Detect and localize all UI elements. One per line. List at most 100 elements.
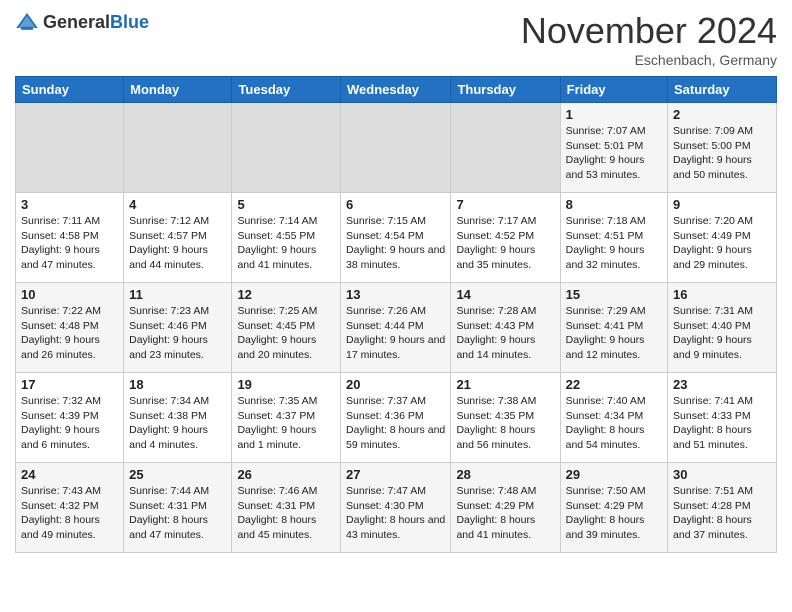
day-number: 30 bbox=[673, 467, 771, 482]
day-number: 14 bbox=[456, 287, 554, 302]
calendar-cell bbox=[232, 103, 341, 193]
day-number: 29 bbox=[566, 467, 662, 482]
day-detail: Sunrise: 7:46 AM Sunset: 4:31 PM Dayligh… bbox=[237, 484, 335, 543]
day-detail: Sunrise: 7:29 AM Sunset: 4:41 PM Dayligh… bbox=[566, 304, 662, 363]
calendar-cell: 15 Sunrise: 7:29 AM Sunset: 4:41 PM Dayli… bbox=[560, 283, 667, 373]
calendar-table: SundayMondayTuesdayWednesdayThursdayFrid… bbox=[15, 76, 777, 553]
day-number: 4 bbox=[129, 197, 226, 212]
day-number: 27 bbox=[346, 467, 445, 482]
calendar-cell: 29 Sunrise: 7:50 AM Sunset: 4:29 PM Dayli… bbox=[560, 463, 667, 553]
day-detail: Sunrise: 7:43 AM Sunset: 4:32 PM Dayligh… bbox=[21, 484, 118, 543]
day-number: 25 bbox=[129, 467, 226, 482]
day-detail: Sunrise: 7:11 AM Sunset: 4:58 PM Dayligh… bbox=[21, 214, 118, 273]
weekday-header-tuesday: Tuesday bbox=[232, 77, 341, 103]
weekday-header-monday: Monday bbox=[124, 77, 232, 103]
calendar-cell: 2Sunrise: 7:09 AM Sunset: 5:00 PM Daylig… bbox=[668, 103, 777, 193]
day-detail: Sunrise: 7:25 AM Sunset: 4:45 PM Dayligh… bbox=[237, 304, 335, 363]
calendar-cell: 10 Sunrise: 7:22 AM Sunset: 4:48 PM Dayli… bbox=[16, 283, 124, 373]
calendar-cell bbox=[124, 103, 232, 193]
day-number: 17 bbox=[21, 377, 118, 392]
day-detail: Sunrise: 7:18 AM Sunset: 4:51 PM Dayligh… bbox=[566, 214, 662, 273]
calendar-cell: 11 Sunrise: 7:23 AM Sunset: 4:46 PM Dayli… bbox=[124, 283, 232, 373]
calendar-cell bbox=[16, 103, 124, 193]
calendar-cell: 21 Sunrise: 7:38 AM Sunset: 4:35 PM Dayli… bbox=[451, 373, 560, 463]
day-number: 28 bbox=[456, 467, 554, 482]
logo: GeneralBlue bbox=[15, 10, 149, 34]
day-detail: Sunrise: 7:47 AM Sunset: 4:30 PM Dayligh… bbox=[346, 484, 445, 543]
day-detail: Sunrise: 7:37 AM Sunset: 4:36 PM Dayligh… bbox=[346, 394, 445, 453]
day-number: 11 bbox=[129, 287, 226, 302]
day-number: 7 bbox=[456, 197, 554, 212]
calendar-cell: 30 Sunrise: 7:51 AM Sunset: 4:28 PM Dayli… bbox=[668, 463, 777, 553]
weekday-header-wednesday: Wednesday bbox=[341, 77, 451, 103]
day-number: 12 bbox=[237, 287, 335, 302]
logo-blue: Blue bbox=[110, 12, 149, 32]
day-detail: Sunrise: 7:17 AM Sunset: 4:52 PM Dayligh… bbox=[456, 214, 554, 273]
weekday-header-saturday: Saturday bbox=[668, 77, 777, 103]
calendar-week-4: 17 Sunrise: 7:32 AM Sunset: 4:39 PM Dayli… bbox=[16, 373, 777, 463]
day-detail: Sunrise: 7:22 AM Sunset: 4:48 PM Dayligh… bbox=[21, 304, 118, 363]
calendar-week-5: 24Sunrise: 7:43 AM Sunset: 4:32 PM Dayli… bbox=[16, 463, 777, 553]
calendar-cell: 26 Sunrise: 7:46 AM Sunset: 4:31 PM Dayli… bbox=[232, 463, 341, 553]
day-detail: Sunrise: 7:12 AM Sunset: 4:57 PM Dayligh… bbox=[129, 214, 226, 273]
calendar-cell: 28 Sunrise: 7:48 AM Sunset: 4:29 PM Dayli… bbox=[451, 463, 560, 553]
calendar-cell: 12 Sunrise: 7:25 AM Sunset: 4:45 PM Dayli… bbox=[232, 283, 341, 373]
day-number: 3 bbox=[21, 197, 118, 212]
location: Eschenbach, Germany bbox=[521, 52, 777, 68]
day-number: 16 bbox=[673, 287, 771, 302]
day-number: 22 bbox=[566, 377, 662, 392]
calendar-cell: 25Sunrise: 7:44 AM Sunset: 4:31 PM Dayli… bbox=[124, 463, 232, 553]
day-number: 26 bbox=[237, 467, 335, 482]
day-number: 9 bbox=[673, 197, 771, 212]
day-detail: Sunrise: 7:23 AM Sunset: 4:46 PM Dayligh… bbox=[129, 304, 226, 363]
calendar-cell: 20Sunrise: 7:37 AM Sunset: 4:36 PM Dayli… bbox=[341, 373, 451, 463]
calendar-cell: 1 Sunrise: 7:07 AM Sunset: 5:01 PM Daylig… bbox=[560, 103, 667, 193]
day-detail: Sunrise: 7:28 AM Sunset: 4:43 PM Dayligh… bbox=[456, 304, 554, 363]
calendar-cell: 24Sunrise: 7:43 AM Sunset: 4:32 PM Dayli… bbox=[16, 463, 124, 553]
calendar-week-1: 1 Sunrise: 7:07 AM Sunset: 5:01 PM Daylig… bbox=[16, 103, 777, 193]
day-detail: Sunrise: 7:32 AM Sunset: 4:39 PM Dayligh… bbox=[21, 394, 118, 453]
calendar-cell: 17 Sunrise: 7:32 AM Sunset: 4:39 PM Dayli… bbox=[16, 373, 124, 463]
calendar-cell: 16 Sunrise: 7:31 AM Sunset: 4:40 PM Dayli… bbox=[668, 283, 777, 373]
calendar-cell: 8 Sunrise: 7:18 AM Sunset: 4:51 PM Daylig… bbox=[560, 193, 667, 283]
day-number: 1 bbox=[566, 107, 662, 122]
logo-text: GeneralBlue bbox=[43, 12, 149, 33]
weekday-header-sunday: Sunday bbox=[16, 77, 124, 103]
calendar-cell: 23 Sunrise: 7:41 AM Sunset: 4:33 PM Dayli… bbox=[668, 373, 777, 463]
day-detail: Sunrise: 7:51 AM Sunset: 4:28 PM Dayligh… bbox=[673, 484, 771, 543]
day-detail: Sunrise: 7:48 AM Sunset: 4:29 PM Dayligh… bbox=[456, 484, 554, 543]
calendar-cell: 18Sunrise: 7:34 AM Sunset: 4:38 PM Dayli… bbox=[124, 373, 232, 463]
day-number: 10 bbox=[21, 287, 118, 302]
logo-general: General bbox=[43, 12, 110, 32]
day-number: 13 bbox=[346, 287, 445, 302]
day-detail: Sunrise: 7:31 AM Sunset: 4:40 PM Dayligh… bbox=[673, 304, 771, 363]
calendar-cell: 4 Sunrise: 7:12 AM Sunset: 4:57 PM Daylig… bbox=[124, 193, 232, 283]
day-detail: Sunrise: 7:07 AM Sunset: 5:01 PM Dayligh… bbox=[566, 124, 662, 183]
calendar-cell: 19 Sunrise: 7:35 AM Sunset: 4:37 PM Dayli… bbox=[232, 373, 341, 463]
page-header: GeneralBlue November 2024 Eschenbach, Ge… bbox=[15, 10, 777, 68]
day-detail: Sunrise: 7:20 AM Sunset: 4:49 PM Dayligh… bbox=[673, 214, 771, 273]
day-detail: Sunrise: 7:50 AM Sunset: 4:29 PM Dayligh… bbox=[566, 484, 662, 543]
day-number: 19 bbox=[237, 377, 335, 392]
month-title: November 2024 bbox=[521, 10, 777, 52]
title-block: November 2024 Eschenbach, Germany bbox=[521, 10, 777, 68]
day-number: 5 bbox=[237, 197, 335, 212]
calendar-cell: 9 Sunrise: 7:20 AM Sunset: 4:49 PM Daylig… bbox=[668, 193, 777, 283]
day-number: 6 bbox=[346, 197, 445, 212]
day-number: 18 bbox=[129, 377, 226, 392]
calendar-cell bbox=[451, 103, 560, 193]
day-detail: Sunrise: 7:14 AM Sunset: 4:55 PM Dayligh… bbox=[237, 214, 335, 273]
day-number: 8 bbox=[566, 197, 662, 212]
day-detail: Sunrise: 7:09 AM Sunset: 5:00 PM Dayligh… bbox=[673, 124, 771, 183]
day-number: 23 bbox=[673, 377, 771, 392]
day-detail: Sunrise: 7:35 AM Sunset: 4:37 PM Dayligh… bbox=[237, 394, 335, 453]
day-detail: Sunrise: 7:15 AM Sunset: 4:54 PM Dayligh… bbox=[346, 214, 445, 273]
day-detail: Sunrise: 7:40 AM Sunset: 4:34 PM Dayligh… bbox=[566, 394, 662, 453]
weekday-header-thursday: Thursday bbox=[451, 77, 560, 103]
weekday-header-row: SundayMondayTuesdayWednesdayThursdayFrid… bbox=[16, 77, 777, 103]
day-number: 21 bbox=[456, 377, 554, 392]
calendar-cell: 7 Sunrise: 7:17 AM Sunset: 4:52 PM Daylig… bbox=[451, 193, 560, 283]
day-number: 15 bbox=[566, 287, 662, 302]
day-detail: Sunrise: 7:38 AM Sunset: 4:35 PM Dayligh… bbox=[456, 394, 554, 453]
day-detail: Sunrise: 7:41 AM Sunset: 4:33 PM Dayligh… bbox=[673, 394, 771, 453]
